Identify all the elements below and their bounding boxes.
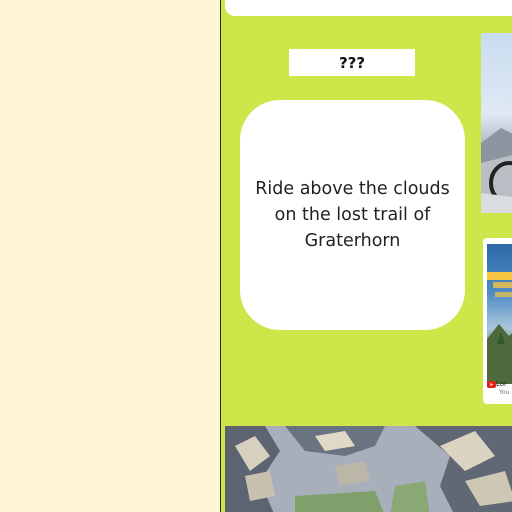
photo-thumbnail[interactable]	[481, 33, 512, 213]
rock-landscape-image[interactable]	[225, 426, 512, 512]
mystery-label[interactable]: ???	[289, 49, 415, 76]
video-embed-card[interactable]: Lor You	[483, 238, 512, 404]
video-thumbnail[interactable]	[487, 244, 512, 384]
video-title[interactable]: Lor	[496, 380, 507, 388]
board-canvas[interactable]: ??? Ride above the clouds on the lost tr…	[221, 0, 512, 512]
text-card[interactable]: Ride above the clouds on the lost trail …	[240, 100, 465, 330]
photo-art	[481, 128, 512, 213]
top-card[interactable]	[225, 0, 512, 16]
video-source: You	[499, 389, 510, 396]
video-thumbnail-art	[487, 272, 512, 384]
card-text: Ride above the clouds on the lost trail …	[255, 179, 450, 251]
rock-landscape-art	[225, 426, 512, 512]
youtube-icon	[487, 381, 496, 388]
left-panel	[0, 0, 220, 512]
